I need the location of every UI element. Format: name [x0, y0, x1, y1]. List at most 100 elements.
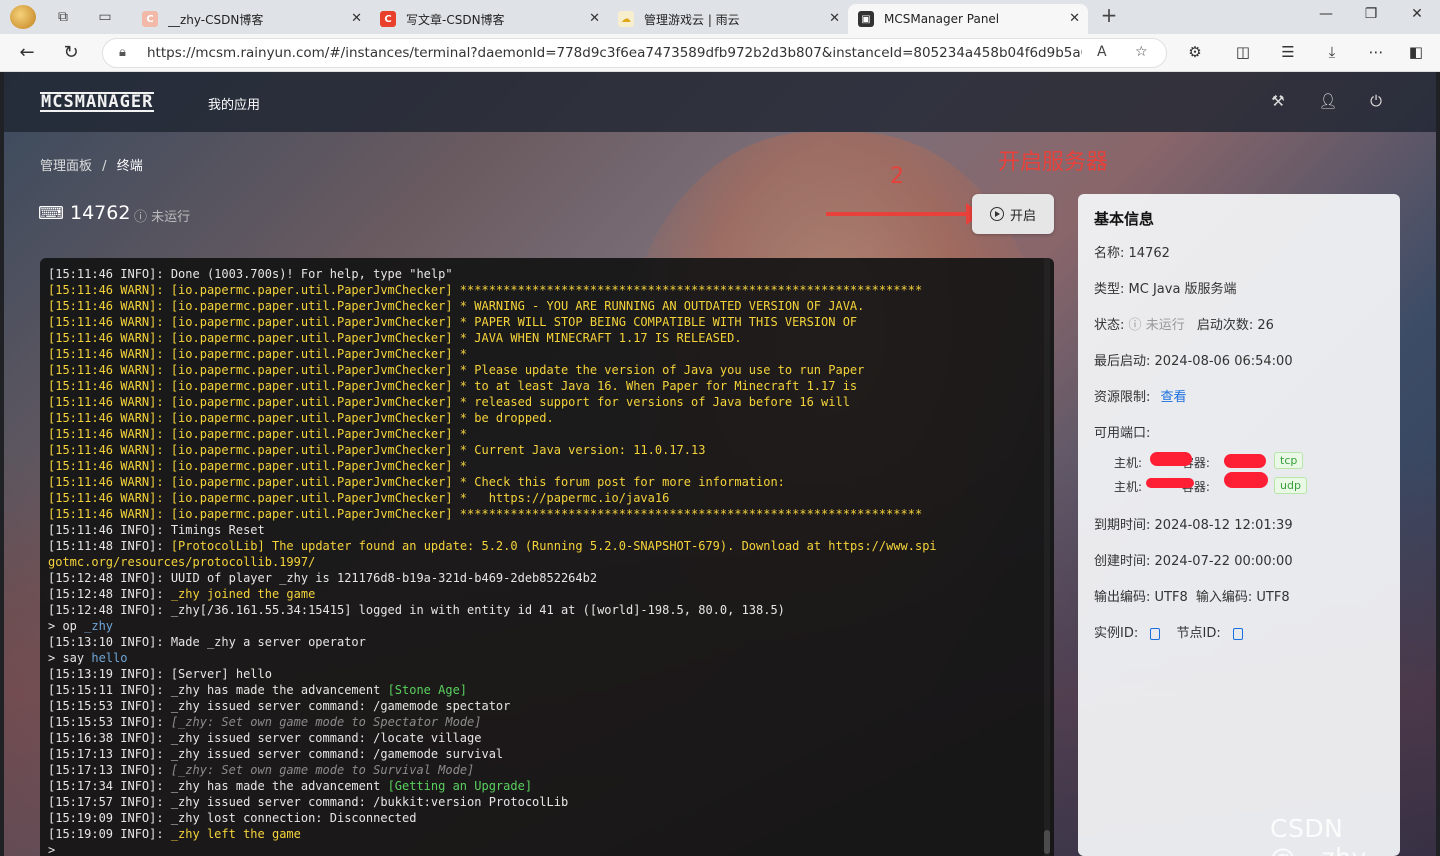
terminal-text-segment: [15:16:38 INFO]: _zhy issued server comm… [48, 731, 482, 745]
tab-label: __zhy-CSDN博客 [168, 12, 264, 27]
close-window-icon[interactable]: ✕ [1407, 6, 1427, 22]
terminal-text-segment: [15:11:46 WARN]: [io.papermc.paper.util.… [48, 379, 858, 393]
terminal-line: [15:13:10 INFO]: Made _zhy a server oper… [48, 634, 1054, 650]
more-icon[interactable]: ⋯ [1366, 43, 1386, 61]
terminal-line: [15:11:46 WARN]: [io.papermc.paper.util.… [48, 474, 1054, 490]
play-circle-icon [989, 207, 1004, 221]
terminal-text-segment: [15:11:46 WARN]: [io.papermc.paper.util.… [48, 283, 923, 297]
terminal-text-segment: hello [91, 651, 128, 665]
nav-my-apps[interactable]: 我的应用 [208, 94, 260, 113]
annotation-step-number: 2 [890, 164, 904, 189]
terminal-text-segment: [15:11:46 WARN]: [io.papermc.paper.util.… [48, 299, 865, 313]
view-resource-link[interactable]: 查看 [1161, 390, 1187, 405]
terminal-line: [15:11:46 WARN]: [io.papermc.paper.util.… [48, 394, 1054, 410]
status-badge: ⓘ 未运行 [134, 210, 191, 225]
terminal-line: > [48, 842, 1054, 856]
close-tab-icon[interactable]: ✕ [351, 11, 362, 26]
terminal-line: [15:11:46 INFO]: Timings Reset [48, 522, 1054, 538]
terminal-scrollbar[interactable] [1044, 258, 1050, 856]
favorite-star-icon[interactable]: ☆ [1135, 44, 1148, 60]
favorites-icon[interactable]: ☰ [1278, 43, 1298, 61]
start-button-label: 开启 [1009, 208, 1036, 224]
terminal-text-segment: [15:11:46 INFO]: Timings Reset [48, 523, 265, 537]
workspaces-icon[interactable]: ⧉ [52, 7, 74, 27]
terminal-line: [15:15:11 INFO]: _zhy has made the advan… [48, 682, 1054, 698]
terminal-line: > op _zhy [48, 618, 1054, 634]
protocol-badge-tcp: tcp [1274, 452, 1304, 469]
info-title: 基本信息 [1094, 210, 1155, 228]
terminal-text-segment: [15:11:46 INFO]: Done (1003.700s)! For h… [48, 267, 453, 281]
basic-info-panel: 基本信息 名称: 14762 类型: MC Java 版服务端 状态: ⓘ 未运… [1078, 194, 1400, 856]
info-ports-label: 可用端口: [1094, 426, 1151, 441]
breadcrumb-separator: / [102, 159, 107, 174]
terminal-line: [15:11:46 WARN]: [io.papermc.paper.util.… [48, 442, 1054, 458]
terminal-text-segment: [15:11:46 WARN]: [io.papermc.paper.util.… [48, 395, 850, 409]
close-tab-icon[interactable]: ✕ [1069, 11, 1080, 26]
start-button[interactable]: 开启 [972, 194, 1054, 234]
back-icon[interactable]: ← [16, 42, 38, 64]
terminal-line: [15:11:46 WARN]: [io.papermc.paper.util.… [48, 490, 1054, 506]
tab-label: 写文章-CSDN博客 [406, 12, 505, 27]
info-expire-row: 到期时间: 2024-08-12 12:01:39 [1094, 518, 1293, 533]
annotation-start-server: 开启服务器 [998, 150, 1109, 175]
theme-brush-icon[interactable]: ⚒ [1268, 92, 1288, 110]
terminal-console[interactable]: [15:11:46 INFO]: Done (1003.700s)! For h… [40, 258, 1054, 856]
instance-name: 14762 [69, 202, 131, 224]
terminal-line: [15:17:34 INFO]: _zhy has made the advan… [48, 778, 1054, 794]
csdn-favicon-icon: C [380, 11, 396, 27]
terminal-text-segment: [15:13:19 INFO]: [Server] hello [48, 667, 272, 681]
minimize-icon[interactable]: — [1316, 6, 1336, 22]
terminal-text-segment: [15:19:09 INFO]: [48, 827, 171, 841]
terminal-line: [15:17:57 INFO]: _zhy issued server comm… [48, 794, 1054, 810]
tab-rainyun[interactable]: ☁ 管理游戏云 | 雨云 ✕ [608, 4, 848, 34]
terminal-text-segment: [15:11:46 WARN]: [io.papermc.paper.util.… [48, 491, 670, 505]
scrollbar-thumb[interactable] [1044, 830, 1050, 854]
terminal-line: [15:12:48 INFO]: UUID of player _zhy is … [48, 570, 1054, 586]
logout-icon[interactable]: ⏻ [1366, 92, 1386, 110]
csdn-watermark: CSDN @__zhy [1270, 814, 1366, 856]
info-resource-row: 资源限制: 查看 [1094, 390, 1187, 405]
terminal-text-segment: [15:17:34 INFO]: _zhy has made the advan… [48, 779, 388, 793]
redaction-mark [1224, 454, 1266, 468]
redaction-mark [1150, 452, 1192, 466]
refresh-icon[interactable]: ↻ [60, 42, 82, 64]
app-logo[interactable]: MCSMANAGER [40, 92, 155, 112]
terminal-text-segment: [15:11:46 WARN]: [io.papermc.paper.util.… [48, 507, 923, 521]
url-bar[interactable]: 🔒︎ https://mcsm.rainyun.com/#/instances/… [102, 38, 1167, 68]
tab-zhy-csdn[interactable]: C __zhy-CSDN博客 ✕ [132, 4, 370, 34]
address-toolbar: ← ↻ 🔒︎ https://mcsm.rainyun.com/#/instan… [0, 34, 1440, 72]
extensions-icon[interactable]: ⚙ [1185, 43, 1205, 61]
terminal-line: > say hello [48, 650, 1054, 666]
terminal-text-segment: [15:15:53 INFO]: [48, 715, 171, 729]
tab-actions-icon[interactable]: ▭ [94, 7, 116, 27]
browser-tab-bar: ⧉ ▭ C __zhy-CSDN博客 ✕ C 写文章-CSDN博客 ✕ ☁ 管理… [0, 0, 1440, 34]
tab-mcsmanager[interactable]: ▣ MCSManager Panel ✕ [848, 4, 1088, 34]
copy-instance-id-icon[interactable] [1150, 627, 1161, 640]
user-icon[interactable]: 👤︎ [1318, 92, 1338, 110]
terminal-line: [15:16:38 INFO]: _zhy issued server comm… [48, 730, 1054, 746]
terminal-text-segment: [15:11:46 WARN]: [io.papermc.paper.util.… [48, 475, 785, 489]
download-icon[interactable]: ⤓ [1322, 43, 1342, 61]
new-tab-button[interactable]: + [1098, 3, 1120, 27]
terminal-text-segment: [15:15:11 INFO]: _zhy has made the advan… [48, 683, 388, 697]
terminal-text-segment: [15:11:46 WARN]: [io.papermc.paper.util.… [48, 443, 706, 457]
terminal-line: [15:11:46 WARN]: [io.papermc.paper.util.… [48, 298, 1054, 314]
breadcrumb-home[interactable]: 管理面板 [40, 159, 92, 174]
split-screen-icon[interactable]: ◫ [1233, 43, 1253, 61]
breadcrumb: 管理面板 / 终端 [40, 155, 143, 174]
read-aloud-icon[interactable]: A [1097, 44, 1107, 60]
close-tab-icon[interactable]: ✕ [589, 11, 600, 26]
sidebar-icon[interactable]: ◧ [1406, 43, 1426, 61]
tab-write-article[interactable]: C 写文章-CSDN博客 ✕ [370, 4, 608, 34]
info-encoding-row: 输出编码: UTF8 输入编码: UTF8 [1094, 590, 1290, 605]
profile-avatar-icon[interactable] [10, 5, 36, 29]
close-tab-icon[interactable]: ✕ [829, 11, 840, 26]
redaction-mark [1146, 478, 1194, 488]
csdn-favicon-icon: C [142, 11, 158, 27]
annotation-arrow [826, 212, 972, 216]
terminal-text-segment: [15:11:46 WARN]: [io.papermc.paper.util.… [48, 427, 468, 441]
restore-icon[interactable]: ❐ [1361, 6, 1381, 22]
terminal-text-segment: [ProtocolLib] The updater found an updat… [170, 539, 937, 553]
copy-node-id-icon[interactable] [1232, 627, 1243, 640]
terminal-line: [15:11:46 WARN]: [io.papermc.paper.util.… [48, 458, 1054, 474]
